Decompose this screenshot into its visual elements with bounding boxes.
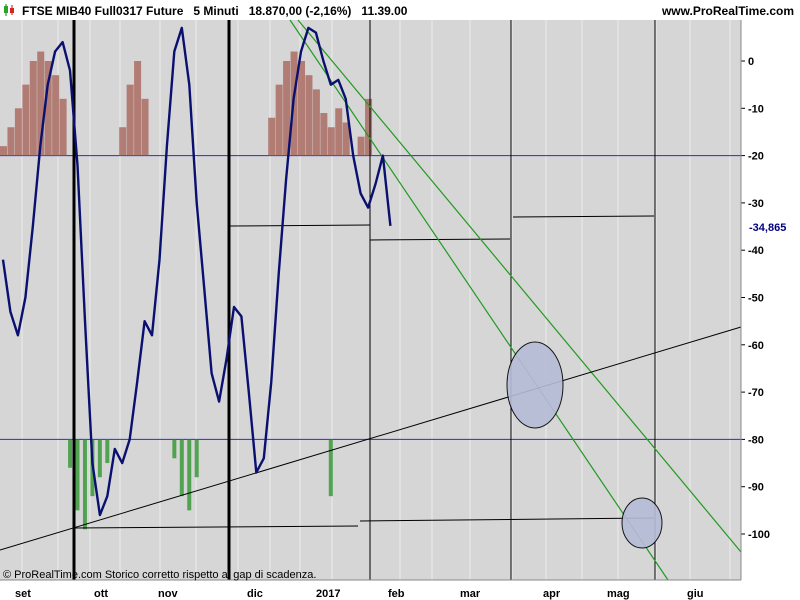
negative-histogram-bar bbox=[105, 439, 110, 464]
candlestick-icon bbox=[4, 4, 14, 16]
chart-plot[interactable]: 0 -10 -20 -30 -40 -50 -60 -70 -80 -90 -100 set ott n… bbox=[0, 0, 800, 600]
y-tick-label: -10 bbox=[748, 103, 764, 115]
positive-histogram-bar bbox=[312, 89, 320, 156]
x-tick-label: feb bbox=[388, 588, 405, 600]
positive-histogram-bar bbox=[119, 127, 127, 156]
y-tick-label: -60 bbox=[748, 340, 764, 352]
highlight-ellipse bbox=[621, 497, 663, 549]
x-tick-label: giu bbox=[687, 588, 704, 600]
y-tick-label: -90 bbox=[748, 482, 764, 494]
negative-histogram-bar bbox=[172, 439, 177, 459]
chart-title: FTSE MIB40 Full0317 Future 5 Minuti 18.8… bbox=[22, 4, 408, 18]
y-tick-label: 0 bbox=[748, 56, 754, 68]
negative-histogram-bar bbox=[97, 439, 102, 478]
x-tick-label: mag bbox=[607, 588, 630, 600]
positive-histogram-bar bbox=[357, 136, 365, 156]
highlight-ellipse bbox=[506, 341, 564, 429]
y-tick-label: -40 bbox=[748, 245, 764, 257]
y-tick-label: -80 bbox=[748, 434, 764, 446]
positive-histogram-bar bbox=[7, 127, 15, 156]
positive-histogram-bar bbox=[141, 98, 149, 156]
positive-histogram-bar bbox=[305, 75, 313, 156]
negative-histogram-bar bbox=[75, 439, 80, 511]
x-tick-label: set bbox=[15, 588, 31, 600]
positive-histogram-bar bbox=[126, 84, 134, 156]
x-tick-label: 2017 bbox=[316, 588, 340, 600]
x-tick-label: apr bbox=[543, 588, 561, 600]
negative-histogram-bar bbox=[187, 439, 192, 511]
positive-histogram-bar bbox=[52, 75, 60, 156]
y-tick-label: -30 bbox=[748, 198, 764, 210]
site-link[interactable]: www.ProRealTime.com bbox=[662, 4, 794, 18]
positive-histogram-bar bbox=[29, 61, 37, 156]
negative-histogram-bar bbox=[82, 439, 87, 530]
y-tick-label: -70 bbox=[748, 387, 764, 399]
positive-histogram-bar bbox=[327, 127, 335, 156]
positive-histogram-bar bbox=[22, 84, 30, 156]
positive-histogram-bar bbox=[14, 108, 22, 156]
chart-header: FTSE MIB40 Full0317 Future 5 Minuti 18.8… bbox=[0, 0, 800, 20]
negative-histogram-bar bbox=[179, 439, 184, 497]
y-tick-label: -20 bbox=[748, 151, 764, 163]
last-value-label: -34,865 bbox=[749, 222, 786, 234]
positive-histogram-bar bbox=[0, 146, 7, 156]
positive-histogram-bar bbox=[59, 98, 67, 156]
positive-histogram-bar bbox=[320, 113, 328, 156]
negative-histogram-bar bbox=[328, 439, 333, 497]
x-tick-label: mar bbox=[460, 588, 481, 600]
x-tick-label: nov bbox=[158, 588, 178, 600]
positive-histogram-bar bbox=[134, 61, 142, 156]
x-tick-label: ott bbox=[94, 588, 108, 600]
negative-histogram-bar bbox=[194, 439, 199, 478]
positive-histogram-bar bbox=[298, 61, 305, 156]
positive-histogram-bar bbox=[275, 84, 283, 156]
footer-note: © ProRealTime.com Storico corretto rispe… bbox=[3, 569, 316, 581]
x-tick-label: dic bbox=[247, 588, 263, 600]
positive-histogram-bar bbox=[335, 108, 343, 156]
chart-window: 0 -10 -20 -30 -40 -50 -60 -70 -80 -90 -100 set ott n… bbox=[0, 0, 800, 600]
negative-histogram-bar bbox=[68, 439, 73, 468]
y-tick-label: -50 bbox=[748, 293, 764, 305]
positive-histogram-bar bbox=[268, 117, 276, 156]
y-tick-label: -100 bbox=[748, 529, 770, 541]
